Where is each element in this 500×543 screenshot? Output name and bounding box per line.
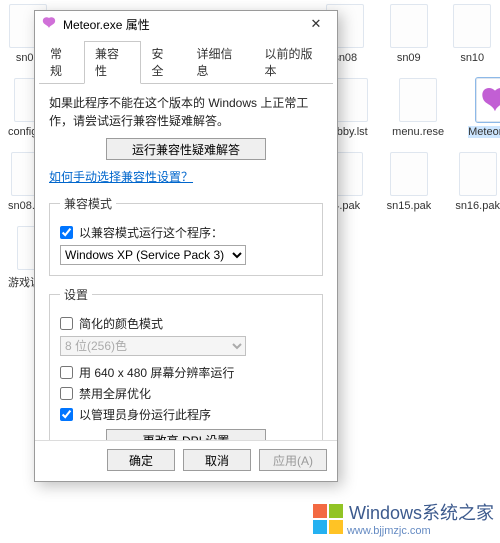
title-bar[interactable]: Meteor.exe 属性 ✕: [35, 11, 337, 37]
file-icon: [390, 4, 428, 48]
watermark-suffix: 系统之家: [422, 503, 494, 523]
dpi-settings-button[interactable]: 更改高 DPI 设置: [106, 429, 266, 440]
watermark: Windows系统之家 www.bjjmzjc.com: [313, 499, 494, 539]
windows-logo-icon: [313, 504, 343, 534]
dialog-button-row: 确定 取消 应用(A): [35, 440, 337, 481]
desktop-icon-label: sn09: [397, 52, 421, 64]
tab-body-compatibility: 如果此程序不能在这个版本的 Windows 上正常工作，请尝试运行兼容性疑难解答…: [35, 84, 337, 440]
compat-mode-checkbox-row[interactable]: 以兼容模式运行这个程序：: [60, 224, 312, 241]
tab-0[interactable]: 常规: [39, 41, 84, 84]
compat-mode-checkbox[interactable]: [60, 226, 73, 239]
desktop-icon-label: sn10: [460, 52, 484, 64]
res640-row[interactable]: 用 640 x 480 屏幕分辨率运行: [60, 364, 312, 381]
ok-button[interactable]: 确定: [107, 449, 175, 471]
desktop-icon[interactable]: sn15.pak: [387, 152, 432, 212]
title-text: Meteor.exe 属性: [63, 16, 301, 33]
manual-settings-link[interactable]: 如何手动选择兼容性设置？: [49, 168, 193, 185]
reduced-color-checkbox[interactable]: [60, 317, 73, 330]
apply-button[interactable]: 应用(A): [259, 449, 327, 471]
watermark-brand: Windows: [349, 503, 422, 523]
tab-1[interactable]: 兼容性: [84, 41, 141, 84]
desktop-icon[interactable]: sn16.pak: [455, 152, 500, 212]
disable-fullscreen-row[interactable]: 禁用全屏优化: [60, 385, 312, 402]
run-troubleshooter-button[interactable]: 运行兼容性疑难解答: [106, 138, 266, 160]
runasadmin-checkbox[interactable]: [60, 408, 73, 421]
compat-mode-legend: 兼容模式: [60, 195, 116, 212]
reduced-color-row[interactable]: 简化的颜色模式: [60, 315, 312, 332]
disable-fullscreen-checkbox[interactable]: [60, 387, 73, 400]
settings-group: 设置 简化的颜色模式 8 位(256)色 用 640 x 480 屏幕分辨率运行…: [49, 286, 323, 440]
compat-mode-label: 以兼容模式运行这个程序：: [79, 224, 223, 241]
file-icon: [459, 152, 497, 196]
tab-strip: 常规兼容性安全详细信息以前的版本: [39, 41, 333, 84]
reduced-color-label: 简化的颜色模式: [79, 315, 163, 332]
desktop-icon[interactable]: sn10: [453, 4, 493, 64]
file-icon: [453, 4, 491, 48]
cancel-button[interactable]: 取消: [183, 449, 251, 471]
tab-2[interactable]: 安全: [141, 41, 186, 84]
settings-legend: 设置: [60, 286, 92, 303]
compat-message: 如果此程序不能在这个版本的 Windows 上正常工作，请尝试运行兼容性疑难解答…: [49, 94, 323, 130]
desktop-icon-label: sn15.pak: [387, 200, 432, 212]
properties-dialog: Meteor.exe 属性 ✕ 常规兼容性安全详细信息以前的版本 如果此程序不能…: [34, 10, 338, 482]
desktop-icon-label: Meteor.exe: [468, 126, 500, 138]
file-icon: [399, 78, 437, 122]
runasadmin-label: 以管理员身份运行此程序: [79, 406, 211, 423]
color-depth-select: 8 位(256)色: [60, 336, 246, 356]
desktop-icon[interactable]: Meteor.exe: [468, 78, 500, 138]
butterfly-icon: [476, 78, 500, 122]
watermark-url: www.bjjmzjc.com: [347, 525, 494, 539]
compat-mode-group: 兼容模式 以兼容模式运行这个程序： Windows XP (Service Pa…: [49, 195, 323, 276]
close-icon[interactable]: ✕: [301, 14, 331, 34]
res640-label: 用 640 x 480 屏幕分辨率运行: [79, 364, 234, 381]
compat-os-select[interactable]: Windows XP (Service Pack 3): [60, 245, 246, 265]
desktop-icon[interactable]: menu.rese: [392, 78, 444, 138]
disable-fullscreen-label: 禁用全屏优化: [79, 385, 151, 402]
tab-3[interactable]: 详细信息: [186, 41, 254, 84]
res640-checkbox[interactable]: [60, 366, 73, 379]
desktop-icon[interactable]: sn09: [389, 4, 429, 64]
app-icon: [41, 16, 57, 32]
tab-4[interactable]: 以前的版本: [254, 41, 333, 84]
desktop-icon-label: menu.rese: [392, 126, 444, 138]
file-icon: [390, 152, 428, 196]
runasadmin-row[interactable]: 以管理员身份运行此程序: [60, 406, 312, 423]
desktop-icon-label: sn16.pak: [455, 200, 500, 212]
